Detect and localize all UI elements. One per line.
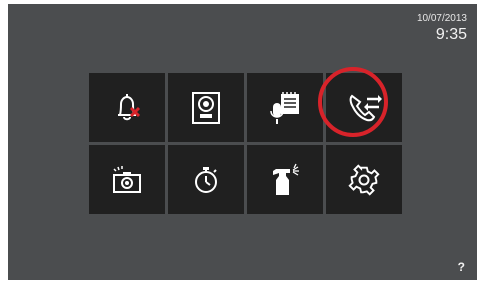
main-menu-grid [89,73,402,214]
stopwatch-icon [195,166,217,193]
camera-icon [113,165,141,193]
tile-photos[interactable] [89,145,165,214]
tile-bell-mute[interactable] [89,73,165,142]
phone-transfer-icon [349,94,382,121]
intercom-panel-icon [192,91,220,124]
tile-settings[interactable] [326,145,402,214]
bell-muted-icon [118,93,141,120]
help-button[interactable]: ? [458,260,465,274]
tile-call-transfer[interactable] [326,73,402,142]
touch-screen: 10/07/2013 9:35 ? [8,4,477,280]
tile-intercom[interactable] [168,73,244,142]
microphone-notepad-icon [270,91,299,124]
time-display: 9:35 [435,26,467,43]
spray-bottle-icon [273,163,299,195]
tile-voice-memo[interactable] [247,73,323,142]
tile-timer[interactable] [168,145,244,214]
date-display: 10/07/2013 [416,13,467,24]
tile-cleaning[interactable] [247,145,323,214]
gear-icon [348,163,380,196]
